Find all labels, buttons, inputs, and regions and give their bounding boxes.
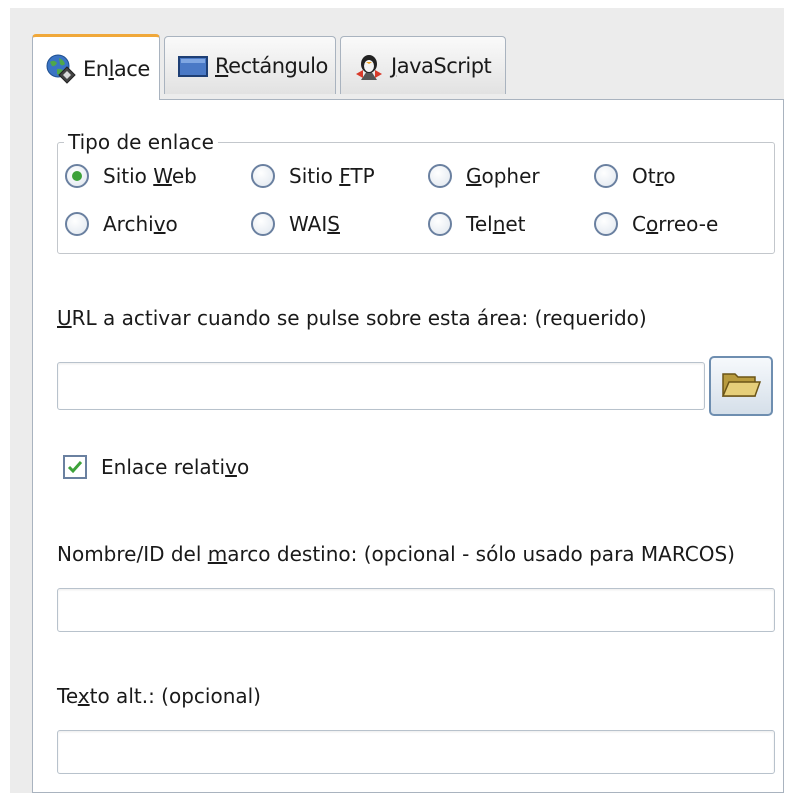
rectangle-icon xyxy=(177,50,209,82)
target-frame-input[interactable] xyxy=(57,588,775,632)
radio-correo-e[interactable]: Correo-e xyxy=(594,212,718,236)
url-input[interactable] xyxy=(57,362,705,410)
tab-rectangulo-label: Rectángulo xyxy=(215,53,328,78)
radio-label: Correo-e xyxy=(632,212,719,236)
radio-label: Telnet xyxy=(466,212,526,236)
javascript-icon xyxy=(353,50,385,82)
radio-label: Sitio FTP xyxy=(289,164,375,188)
radio-button xyxy=(251,212,275,236)
radio-label: Archivo xyxy=(103,212,178,236)
radio-button xyxy=(65,212,89,236)
relative-link-checkbox[interactable]: Enlace relativo xyxy=(63,455,249,479)
radio-otro[interactable]: Otro xyxy=(594,164,676,188)
tab-enlace-label: Enlace xyxy=(83,56,150,81)
tab-enlace[interactable]: Enlace xyxy=(32,34,160,100)
tab-javascript-label: JavaScript xyxy=(391,53,492,78)
folder-open-icon xyxy=(721,368,762,404)
radio-button xyxy=(594,212,618,236)
radio-telnet[interactable]: Telnet xyxy=(428,212,526,236)
radio-label: Gopher xyxy=(466,164,540,188)
globe-link-icon xyxy=(45,53,77,85)
radio-button xyxy=(251,164,275,188)
dialog-background: Enlace Rectángulo JavaScript Tipo de enl… xyxy=(10,8,784,793)
radio-button xyxy=(428,164,452,188)
tab-rectangulo[interactable]: Rectángulo xyxy=(164,36,336,94)
link-type-legend: Tipo de enlace xyxy=(68,130,214,154)
check-mark-icon xyxy=(67,461,83,474)
alt-text-input[interactable] xyxy=(57,730,775,774)
radio-archivo[interactable]: Archivo xyxy=(65,212,178,236)
target-frame-label: Nombre/ID del marco destino: (opcional -… xyxy=(57,542,735,566)
checkbox-box xyxy=(63,455,87,479)
url-label: URL a activar cuando se pulse sobre esta… xyxy=(57,306,647,330)
radio-sitio-web[interactable]: Sitio Web xyxy=(65,164,197,188)
radio-button xyxy=(428,212,452,236)
tab-javascript[interactable]: JavaScript xyxy=(340,36,506,94)
radio-button xyxy=(594,164,618,188)
radio-button xyxy=(65,164,89,188)
radio-selected-dot xyxy=(72,171,82,181)
radio-label: Otro xyxy=(632,164,676,188)
radio-gopher[interactable]: Gopher xyxy=(428,164,540,188)
radio-sitio-ftp[interactable]: Sitio FTP xyxy=(251,164,375,188)
alt-text-label: Texto alt.: (opcional) xyxy=(57,684,261,708)
browse-button[interactable] xyxy=(709,356,773,416)
radio-label: Sitio Web xyxy=(103,164,197,188)
relative-link-label: Enlace relativo xyxy=(101,455,250,479)
radio-label: WAIS xyxy=(289,212,340,236)
radio-wais[interactable]: WAIS xyxy=(251,212,340,236)
tab-panel-enlace: Tipo de enlace Sitio Web Sitio FTP Gophe… xyxy=(32,99,784,793)
